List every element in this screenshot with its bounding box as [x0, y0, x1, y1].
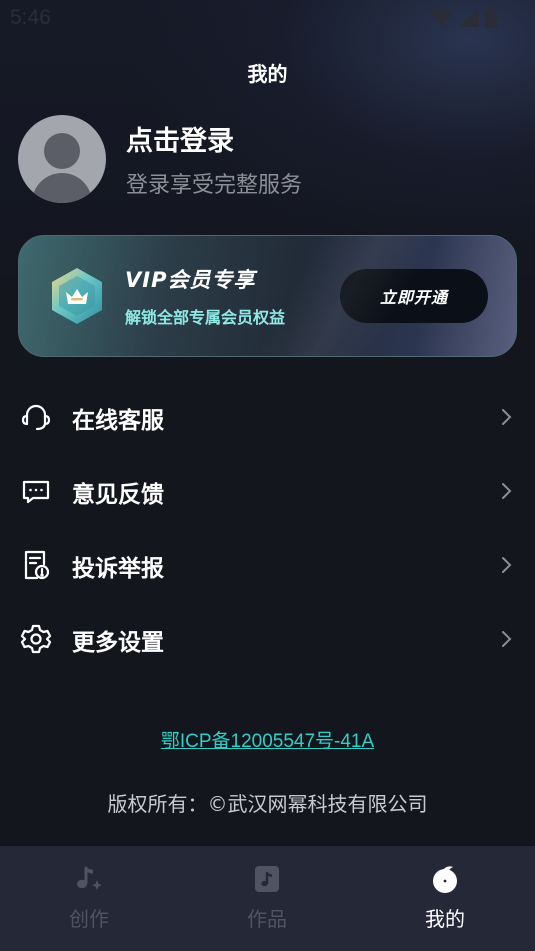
- headset-icon: [21, 404, 51, 431]
- tab-create[interactable]: 创作: [0, 846, 178, 951]
- avatar-body-shape: [32, 173, 92, 203]
- my-page-screen: 5:46 我的 点击登录 登录享受完整服务 VIP会员专享 解锁全部专属会员权益…: [0, 0, 535, 951]
- chevron-right-icon: [502, 409, 512, 425]
- wifi-icon: [431, 9, 453, 26]
- vip-subtitle: 解锁全部专属会员权益: [125, 308, 286, 327]
- feedback-icon: [22, 480, 50, 504]
- icp-link[interactable]: 鄂ICP备12005547号-41A: [0, 726, 535, 753]
- open-vip-button[interactable]: 立即开通: [340, 269, 488, 323]
- page-title: 我的: [247, 62, 288, 86]
- tab-mine[interactable]: 我的: [356, 846, 534, 951]
- status-time: 5:46: [10, 6, 51, 29]
- status-bar: 5:46: [0, 0, 535, 38]
- chevron-right-icon: [502, 631, 512, 647]
- vip-crown-badge-icon: [52, 268, 102, 324]
- profile-login-area[interactable]: 点击登录 登录享受完整服务: [18, 115, 518, 205]
- vip-title: VIP会员专享: [125, 268, 256, 292]
- signal-icon: [459, 9, 479, 27]
- battery-icon: [485, 8, 497, 28]
- menu-item-report[interactable]: 投诉举报: [0, 528, 535, 602]
- menu-item-label: 在线客服: [72, 408, 164, 434]
- tab-label: 创作: [69, 907, 109, 931]
- menu-item-label: 更多设置: [72, 630, 164, 656]
- menu-item-more-settings[interactable]: 更多设置: [0, 602, 535, 676]
- vip-card[interactable]: VIP会员专享 解锁全部专属会员权益 立即开通: [18, 235, 517, 357]
- tab-label: 作品: [247, 907, 287, 931]
- menu-item-label: 投诉举报: [72, 556, 164, 582]
- login-title[interactable]: 点击登录: [126, 119, 234, 158]
- chevron-right-icon: [502, 483, 512, 499]
- menu-item-online-service[interactable]: 在线客服: [0, 380, 535, 454]
- report-icon: [24, 550, 50, 580]
- copyright-text: 版权所有：©武汉网幂科技有限公司: [107, 792, 428, 816]
- chevron-right-icon: [502, 557, 512, 573]
- avatar-head-shape: [44, 133, 80, 169]
- status-icons: [431, 8, 497, 28]
- tab-label: 我的: [425, 907, 465, 931]
- avatar[interactable]: [18, 115, 106, 203]
- login-subtitle: 登录享受完整服务: [126, 173, 303, 198]
- tab-works[interactable]: 作品: [178, 846, 356, 951]
- gear-icon: [20, 624, 52, 654]
- user-circle-icon: [433, 866, 457, 893]
- bottom-tab-bar: 创作 作品 我的: [0, 846, 535, 951]
- menu-item-label: 意见反馈: [72, 482, 164, 508]
- settings-menu: 在线客服 意见反馈 投诉举报 更多设置: [0, 380, 535, 676]
- menu-item-feedback[interactable]: 意见反馈: [0, 454, 535, 528]
- music-note-sparkle-icon: [77, 866, 102, 890]
- music-file-icon: [255, 866, 279, 892]
